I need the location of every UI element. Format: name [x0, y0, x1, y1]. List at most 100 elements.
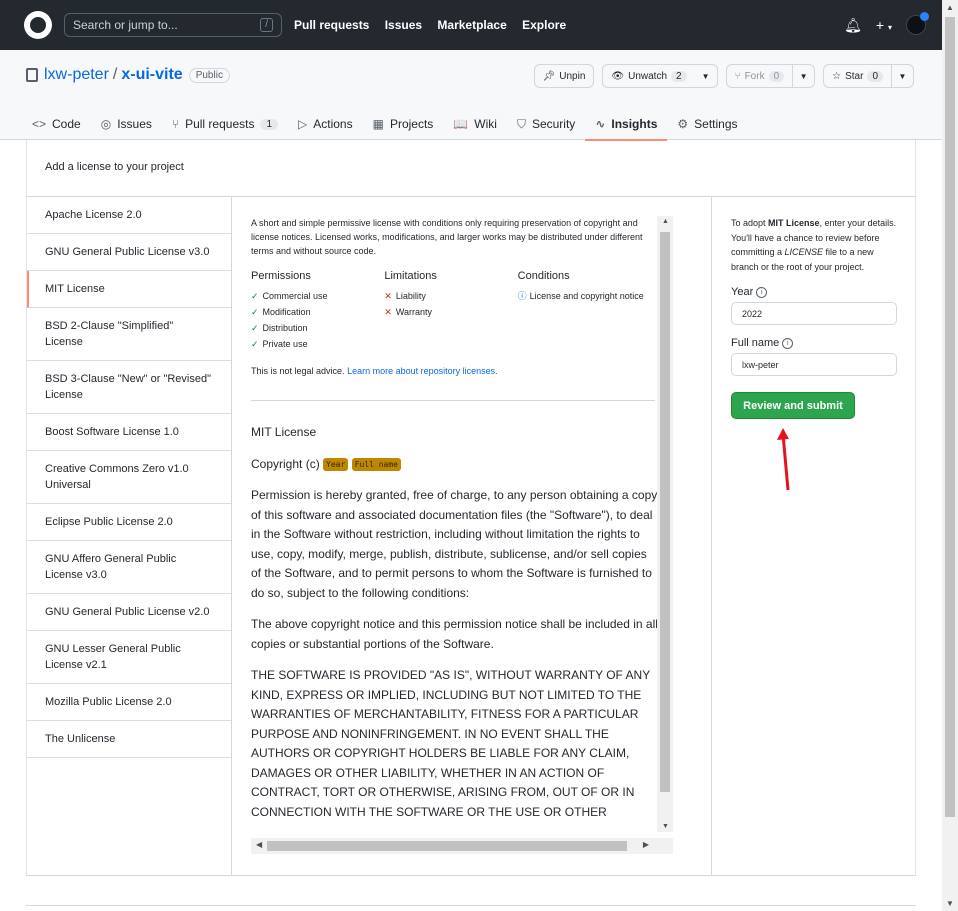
year-label: Year i — [731, 286, 899, 298]
divider — [711, 197, 712, 876]
graph-icon: ∿ — [595, 117, 606, 131]
x-icon: ✕ — [384, 291, 392, 301]
scroll-down-icon[interactable]: ▼ — [946, 899, 954, 908]
license-item-bsd-3[interactable]: BSD 3-Clause "New" or "Revised" License — [27, 361, 231, 414]
chevron-down-icon[interactable]: ▼ — [891, 65, 913, 87]
copyright-line: Copyright (c) Year Full name — [251, 455, 659, 475]
conditions-heading: Conditions — [517, 270, 570, 282]
year-field[interactable]: 2022 — [731, 302, 897, 325]
full-name-field[interactable]: lxw-peter — [731, 353, 897, 376]
table-icon: ▦ — [372, 117, 384, 131]
permission-item: ✓ Modification — [251, 307, 311, 317]
issue-icon: ◎ — [100, 117, 112, 131]
github-logo-icon[interactable] — [24, 11, 52, 39]
learn-more-link[interactable]: Learn more about repository licenses. — [347, 366, 498, 376]
license-list: Apache License 2.0 GNU General Public Li… — [27, 197, 231, 758]
conditions-column: Conditions ⓘ License and copyright notice — [518, 270, 651, 352]
tab-code[interactable]: <> Code — [32, 108, 91, 140]
tab-settings[interactable]: ⚙ Settings — [667, 108, 747, 140]
license-item-mit[interactable]: MIT License — [27, 271, 231, 308]
limitation-item: ✕ Warranty — [384, 307, 433, 317]
license-item-gpl-v2[interactable]: GNU General Public License v2.0 — [27, 594, 231, 631]
scroll-left-icon[interactable]: ◀ — [256, 840, 262, 849]
license-panel: Add a license to your project Apache Lic… — [26, 140, 916, 876]
scroll-up-icon[interactable]: ▲ — [946, 3, 954, 12]
tab-issues[interactable]: ◎ Issues — [91, 108, 162, 140]
license-item-cc0[interactable]: Creative Commons Zero v1.0 Universal — [27, 451, 231, 504]
repo-icon — [26, 68, 38, 82]
permission-item: ✓ Private use — [251, 339, 308, 349]
tab-wiki[interactable]: 📖 Wiki — [443, 108, 507, 140]
repo-header: lxw-peter / x-ui-vite Public 📌︎ Unpin 👁︎ U… — [0, 50, 942, 141]
footer-divider — [26, 905, 916, 906]
chevron-down-icon[interactable]: ▼ — [695, 65, 717, 87]
limitations-column: Limitations ✕ Liability ✕ Warranty — [384, 270, 517, 352]
license-item-eclipse[interactable]: Eclipse Public License 2.0 — [27, 504, 231, 541]
license-item-mozilla[interactable]: Mozilla Public License 2.0 — [27, 684, 231, 721]
info-icon[interactable]: i — [782, 337, 794, 349]
tab-projects[interactable]: ▦ Projects — [363, 108, 444, 140]
tab-security[interactable]: ⛉ Security — [507, 108, 585, 140]
gear-icon: ⚙ — [677, 117, 689, 131]
scroll-down-icon[interactable]: ▼ — [662, 823, 669, 830]
nav-marketplace[interactable]: Marketplace — [437, 18, 506, 32]
nav-explore[interactable]: Explore — [522, 18, 566, 32]
info-icon: ⓘ — [517, 291, 527, 301]
bell-icon[interactable]: 🔔︎ — [844, 17, 862, 34]
global-header: Search or jump to... / Pull requests Iss… — [0, 0, 942, 50]
license-item-boost[interactable]: Boost Software License 1.0 — [27, 414, 231, 451]
fork-button[interactable]: ⑂ Fork 0 ▼ — [725, 64, 816, 88]
scrollbar-thumb[interactable] — [945, 17, 955, 817]
scrollbar-thumb[interactable] — [660, 232, 670, 792]
visibility-badge: Public — [188, 67, 230, 83]
info-icon[interactable]: i — [756, 286, 768, 298]
chevron-down-icon[interactable]: ▼ — [792, 65, 814, 87]
tab-insights[interactable]: ∿ Insights — [585, 108, 668, 141]
search-input[interactable]: Search or jump to... / — [64, 13, 282, 37]
nav-issues[interactable]: Issues — [385, 18, 422, 32]
divider — [231, 197, 232, 876]
tab-actions[interactable]: ▷ Actions — [288, 108, 363, 140]
book-icon: 📖 — [453, 117, 469, 131]
repo-owner-link[interactable]: lxw-peter — [44, 66, 109, 84]
create-new-button[interactable]: + ▾ — [876, 17, 892, 33]
check-icon: ✓ — [251, 339, 259, 349]
limitation-item: ✕ Liability — [384, 291, 426, 301]
license-item-apache[interactable]: Apache License 2.0 — [27, 197, 231, 234]
license-item-agpl[interactable]: GNU Affero General Public License v3.0 — [27, 541, 231, 594]
license-paragraph: Permission is hereby granted, free of ch… — [251, 488, 658, 600]
repo-actions: 📌︎ Unpin 👁︎ Unwatch 2 ▼ ⑂ Fork 0 ▼ ☆ Star 0 ▼ — [533, 64, 914, 88]
nav-pull-requests[interactable]: Pull requests — [294, 18, 369, 32]
license-item-lgpl[interactable]: GNU Lesser General Public License v2.1 — [27, 631, 231, 684]
tab-pull-requests[interactable]: ⑂ Pull requests 1 — [162, 108, 288, 140]
code-icon: <> — [32, 117, 47, 131]
red-arrow-annotation — [777, 428, 790, 491]
star-counter: 0 — [867, 70, 883, 82]
unpin-button[interactable]: 📌︎ Unpin — [533, 64, 595, 88]
review-and-submit-button[interactable]: Review and submit — [731, 392, 855, 419]
pull-request-counter: 1 — [260, 118, 279, 130]
play-icon: ▷ — [298, 117, 308, 131]
license-item-gpl-v3[interactable]: GNU General Public License v3.0 — [27, 234, 231, 271]
scrollbar-thumb[interactable] — [267, 841, 627, 851]
check-icon: ✓ — [251, 291, 259, 301]
license-text-title: MIT License — [251, 425, 317, 439]
legal-note: This is not legal advice. Learn more abo… — [251, 366, 498, 376]
preview-horizontal-scrollbar[interactable]: ◀ ▶ — [251, 838, 673, 854]
license-paragraph: The above copyright notice and this perm… — [251, 617, 658, 651]
unwatch-button[interactable]: 👁︎ Unwatch 2 ▼ — [602, 64, 718, 88]
repo-breadcrumb: lxw-peter / x-ui-vite Public — [26, 66, 230, 84]
shield-icon: ⛉ — [516, 116, 526, 131]
preview-vertical-scrollbar[interactable]: ▲ ▼ — [657, 216, 673, 832]
permission-item: ✓ Commercial use — [251, 291, 328, 301]
repo-name-link[interactable]: x-ui-vite — [121, 66, 182, 84]
pin-icon: 📌︎ — [542, 70, 556, 82]
scroll-up-icon[interactable]: ▲ — [662, 218, 669, 225]
scroll-right-icon[interactable]: ▶ — [643, 840, 649, 849]
license-item-unlicense[interactable]: The Unlicense — [27, 721, 231, 758]
star-button[interactable]: ☆ Star 0 ▼ — [823, 64, 914, 88]
page-scrollbar[interactable]: ▲ ▼ — [942, 0, 958, 911]
license-item-bsd-2[interactable]: BSD 2-Clause "Simplified" License — [27, 308, 231, 361]
avatar[interactable] — [906, 12, 929, 35]
check-icon: ✓ — [251, 323, 259, 333]
